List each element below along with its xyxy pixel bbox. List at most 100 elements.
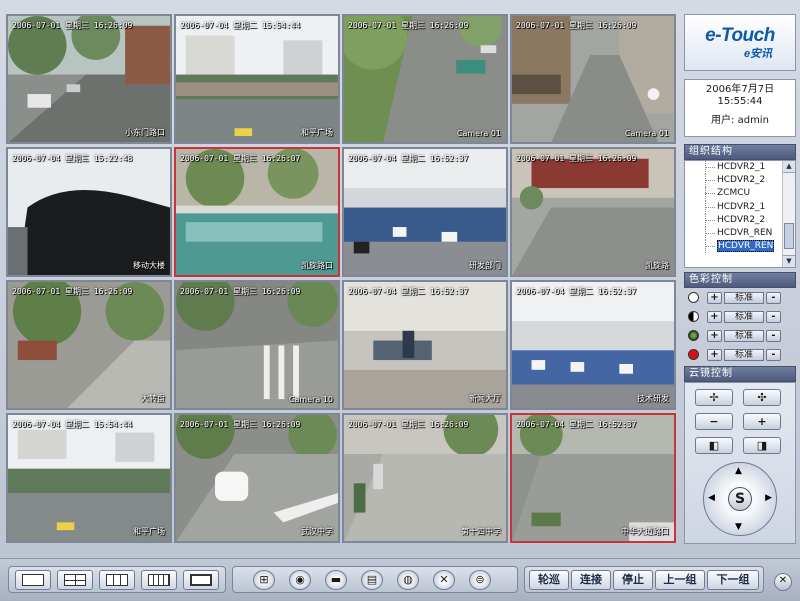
logo-subtext: e安讯 <box>743 47 773 60</box>
audio-icon[interactable]: ◍ <box>397 570 419 590</box>
focus-minus-button[interactable]: − <box>695 413 733 430</box>
tree-item[interactable]: HCDVR2_1 <box>685 200 795 214</box>
contrast-icon <box>688 311 699 322</box>
brightness-row: + 标准 - <box>684 288 796 307</box>
camera-name: 移动大楼 <box>133 261 165 270</box>
saturation-plus-button[interactable]: + <box>707 329 722 342</box>
iris-close-button[interactable]: ◧ <box>695 437 733 454</box>
contrast-minus-button[interactable]: - <box>766 310 781 323</box>
camera-view-4[interactable]: 2006-07-01 星期三 16:26:09 Camera 01 <box>510 14 676 144</box>
snapshot-icon[interactable]: ◉ <box>289 570 311 590</box>
camera-timestamp: 2006-07-04 星期二 16:52:37 <box>348 287 469 296</box>
record-icon[interactable]: ⊞ <box>253 570 275 590</box>
camera-name: 小东门路口 <box>125 128 165 137</box>
brightness-plus-button[interactable]: + <box>707 291 722 304</box>
close-icon[interactable]: ✕ <box>774 573 792 591</box>
color-control-panel: 色彩控制 + 标准 - + 标准 - + 标准 - + 标准 - <box>684 272 796 364</box>
exit-icon[interactable]: ⊜ <box>469 570 491 590</box>
camera-view-14[interactable]: 2006-07-01 星期三 16:26:09 武汉中学 <box>174 413 340 543</box>
camera-timestamp: 2006-07-01 星期三 16:26:09 <box>12 287 133 296</box>
camera-view-1[interactable]: 2006-07-01 星期三 16:26:09 小东门路口 <box>6 14 172 144</box>
hue-minus-button[interactable]: - <box>766 348 781 361</box>
camera-timestamp: 2006-07-04 星期二 16:52:37 <box>516 420 637 429</box>
layout-fullscreen-button[interactable] <box>183 570 219 590</box>
brightness-value[interactable]: 标准 <box>724 291 764 304</box>
camera-timestamp: 2006-07-01 星期三 16:26:09 <box>180 287 301 296</box>
contrast-value[interactable]: 标准 <box>724 310 764 323</box>
folder-icon[interactable]: ▬ <box>325 570 347 590</box>
tree-item[interactable]: HCDVR2_2 <box>685 213 795 228</box>
current-time: 15:55:44 <box>717 96 763 107</box>
settings-icon[interactable]: ✕ <box>433 570 455 590</box>
camera-name: 武汉中学 <box>301 527 333 536</box>
camera-timestamp: 2006-07-01 星期三 16:26:09 <box>348 21 469 30</box>
camera-view-6[interactable]: 2006-07-01 星期三 16:26:07 凯旋路口 <box>174 147 340 277</box>
camera-view-13[interactable]: 2006-07-04 星期二 15:54:44 和平广场 <box>6 413 172 543</box>
zoom-in-button[interactable]: ✣ <box>743 389 781 406</box>
playback-icon[interactable]: ▤ <box>361 570 383 590</box>
tree-item[interactable]: ZCMCU <box>685 187 795 201</box>
camera-timestamp: 2006-07-04 星期二 16:52:37 <box>516 287 637 296</box>
logo-text: e-Touch <box>705 24 775 46</box>
camera-view-3[interactable]: 2006-07-01 星期三 16:26:09 Camera 01 <box>342 14 508 144</box>
camera-timestamp: 2006-07-04 星期三 15:22:48 <box>12 154 133 163</box>
hue-plus-button[interactable]: + <box>707 348 722 361</box>
camera-view-12[interactable]: 2006-07-04 星期二 16:52:37 技术研发 <box>510 280 676 410</box>
camera-view-8[interactable]: 2006-07-01 星期三 16:26:09 凯旋路 <box>510 147 676 277</box>
scroll-up-arrow-icon[interactable]: ▲ <box>783 161 795 173</box>
camera-name: 凯旋路口 <box>301 261 333 270</box>
camera-timestamp: 2006-07-01 星期三 16:26:09 <box>180 420 301 429</box>
camera-view-10[interactable]: 2006-07-01 星期三 16:26:09 Camera 10 <box>174 280 340 410</box>
iris-open-button[interactable]: ◨ <box>743 437 781 454</box>
camera-timestamp: 2006-07-01 星期三 16:26:09 <box>348 420 469 429</box>
video-grid: 2006-07-01 星期三 16:26:09 小东门路口 2006-07-04… <box>6 14 680 548</box>
tree-item[interactable]: HCDVR2_2 <box>685 174 795 188</box>
tree-item[interactable]: HCDVR2_1 <box>685 161 795 175</box>
previous-group-button[interactable]: 上一组 <box>655 570 705 590</box>
tree-scrollbar[interactable]: ▲ ▼ <box>782 161 795 267</box>
scroll-thumb[interactable] <box>784 223 794 249</box>
camera-name: Camera 01 <box>456 129 501 138</box>
patrol-button[interactable]: 轮巡 <box>529 570 569 590</box>
camera-name: 大转盘 <box>141 394 165 403</box>
next-group-button[interactable]: 下一组 <box>707 570 759 590</box>
tree-item[interactable]: HCDVR_REN <box>685 226 795 241</box>
saturation-icon <box>688 330 699 341</box>
connect-button[interactable]: 连接 <box>571 570 611 590</box>
layout-2x2-button[interactable] <box>57 570 93 590</box>
brightness-icon <box>688 292 699 303</box>
ptz-auto-scan-button[interactable]: S <box>728 487 752 511</box>
camera-view-2[interactable]: 2006-07-04 星期二 15:54:44 和平广场 <box>174 14 340 144</box>
brightness-minus-button[interactable]: - <box>766 291 781 304</box>
camera-view-9[interactable]: 2006-07-01 星期三 16:26:09 大转盘 <box>6 280 172 410</box>
ptz-direction-ring[interactable]: ▲ ▼ ◀ ▶ S <box>703 462 777 536</box>
arrow-down-icon[interactable]: ▼ <box>735 522 742 532</box>
zoom-out-button[interactable]: ✢ <box>695 389 733 406</box>
camera-view-16[interactable]: 2006-07-04 星期二 16:52:37 中华大道路口 <box>510 413 676 543</box>
arrow-up-icon[interactable]: ▲ <box>735 466 742 476</box>
layout-4x4-button[interactable] <box>141 570 177 590</box>
current-date: 2006年7月7日 <box>705 84 775 95</box>
hue-value[interactable]: 标准 <box>724 348 764 361</box>
saturation-value[interactable]: 标准 <box>724 329 764 342</box>
camera-view-11[interactable]: 2006-07-04 星期二 16:52:37 新闻大厅 <box>342 280 508 410</box>
camera-name: 第十四中学 <box>461 527 501 536</box>
arrow-right-icon[interactable]: ▶ <box>765 493 772 503</box>
saturation-row: + 标准 - <box>684 326 796 345</box>
layout-3x3-button[interactable] <box>99 570 135 590</box>
camera-view-15[interactable]: 2006-07-01 星期三 16:26:09 第十四中学 <box>342 413 508 543</box>
camera-view-5[interactable]: 2006-07-04 星期三 15:22:48 移动大楼 <box>6 147 172 277</box>
bottom-toolbar: ⊞ ◉ ▬ ▤ ◍ ✕ ⊜ 轮巡 连接 停止 上一组 下一组 ✕ <box>0 558 800 601</box>
tree-item-selected[interactable]: HCDVR_REN <box>685 240 795 254</box>
stop-button[interactable]: 停止 <box>613 570 653 590</box>
contrast-plus-button[interactable]: + <box>707 310 722 323</box>
camera-view-7[interactable]: 2006-07-04 星期二 16:52:37 研发部门 <box>342 147 508 277</box>
arrow-left-icon[interactable]: ◀ <box>708 493 715 503</box>
saturation-minus-button[interactable]: - <box>766 329 781 342</box>
scroll-down-arrow-icon[interactable]: ▼ <box>783 255 795 267</box>
color-control-title: 色彩控制 <box>684 272 796 288</box>
layout-1x1-button[interactable] <box>15 570 51 590</box>
focus-plus-button[interactable]: + <box>743 413 781 430</box>
camera-timestamp: 2006-07-01 星期三 16:26:09 <box>12 21 133 30</box>
ptz-control-panel: 云镜控制 ✢ ✣ − + ◧ ◨ ▲ ▼ ◀ ▶ S <box>684 366 796 544</box>
